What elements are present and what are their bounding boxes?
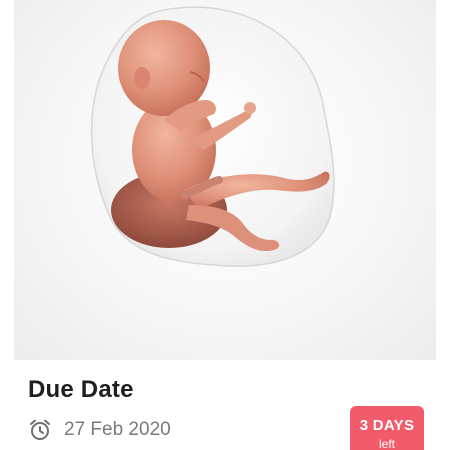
due-date-value: 27 Feb 2020	[64, 419, 171, 440]
screen: Due Date 27 Feb 2020 3 DAYS left	[0, 0, 450, 450]
fetus-illustration	[90, 6, 335, 267]
alarm-clock-icon	[30, 419, 50, 440]
days-left-suffix: left	[378, 437, 395, 450]
card-title: Due Date	[28, 376, 134, 403]
days-left-count: 3 DAYS	[359, 417, 415, 434]
due-date-card[interactable]: Due Date 27 Feb 2020 3 DAYS left	[14, 0, 436, 450]
fetus-ear	[134, 67, 150, 89]
due-date-row: 27 Feb 2020	[28, 416, 171, 444]
days-left-badge: 3 DAYS left	[350, 406, 424, 450]
fetus-hero-image	[14, 0, 436, 360]
fetus-hand	[244, 102, 256, 114]
